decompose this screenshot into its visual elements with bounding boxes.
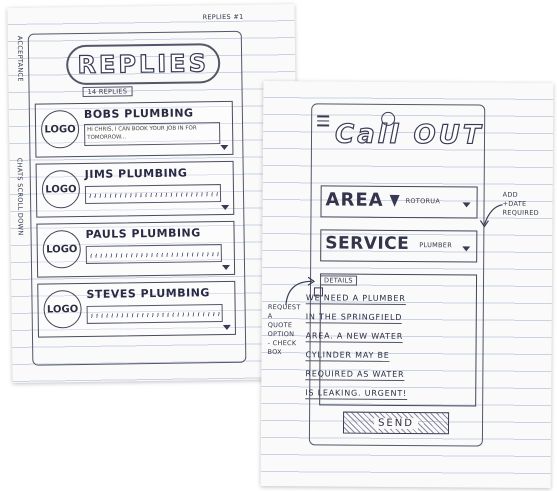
service-label: SERVICE bbox=[325, 233, 410, 255]
business-name: STEVES PLUMBING bbox=[86, 286, 210, 301]
wrench-icon bbox=[381, 111, 396, 126]
reply-card[interactable]: LOGO JIMS PLUMBING bbox=[35, 160, 235, 218]
details-text-line: AREA. A NEW WATER bbox=[305, 331, 404, 343]
details-text-line: IN THE SPRINGFIELD bbox=[305, 312, 403, 324]
location-pin-icon bbox=[389, 194, 400, 207]
replies-sketch-sheet: REPLIES #1 ACCEPTANCE CHATS SCROLL DOWN … bbox=[7, 4, 300, 383]
send-button[interactable]: SEND bbox=[342, 411, 450, 435]
chevron-down-icon[interactable] bbox=[221, 204, 230, 211]
service-selector[interactable]: SERVICE PLUMBER bbox=[320, 229, 478, 263]
annotation-arrow bbox=[479, 204, 503, 228]
reply-preview: Hi CHRIS, I CAN BOOK YOUR JOB IN FOR TOM… bbox=[84, 122, 221, 146]
replies-title-pill: REPLIES bbox=[65, 43, 221, 86]
side-note-acceptance: ACCEPTANCE bbox=[15, 35, 25, 82]
business-logo: LOGO bbox=[42, 230, 82, 269]
chevron-down-icon[interactable] bbox=[220, 144, 229, 151]
business-logo: LOGO bbox=[40, 110, 80, 149]
reply-card[interactable]: LOGO PAULS PLUMBING bbox=[36, 220, 236, 278]
area-label: AREA bbox=[325, 189, 384, 211]
reply-preview-scribble bbox=[85, 244, 222, 264]
chevron-down-icon[interactable] bbox=[462, 246, 471, 252]
note-request-quote: REQUEST A QUOTE OPTION - CHECK BOX bbox=[267, 303, 301, 357]
service-value: PLUMBER bbox=[419, 241, 453, 250]
note-add-date: ADD +DATE REQUIRED bbox=[502, 190, 539, 217]
reply-count: 14 REPLIES bbox=[82, 86, 133, 97]
area-value: ROTORUA bbox=[405, 196, 441, 206]
business-name: BOBS PLUMBING bbox=[83, 106, 194, 121]
reply-preview-scribble bbox=[86, 304, 223, 324]
side-note-scroll: CHATS SCROLL DOWN bbox=[15, 157, 25, 236]
annotation-arrow bbox=[285, 276, 316, 306]
reply-card[interactable]: LOGO BOBS PLUMBING Hi CHRIS, I CAN BOOK … bbox=[34, 100, 234, 158]
reply-card[interactable]: LOGO STEVES PLUMBING bbox=[37, 280, 236, 338]
menu-icon[interactable] bbox=[317, 115, 330, 126]
details-text-line: WE NEED A PLUMBER bbox=[305, 293, 406, 305]
send-label: SEND bbox=[374, 417, 418, 429]
corner-note: REPLIES #1 bbox=[202, 12, 244, 22]
business-name: JIMS PLUMBING bbox=[84, 166, 188, 181]
chevron-down-icon[interactable] bbox=[222, 324, 231, 331]
page-title: REPLIES bbox=[77, 49, 210, 80]
reply-preview-scribble bbox=[84, 184, 222, 204]
business-logo: LOGO bbox=[43, 290, 82, 329]
brand-logo: Call OUT bbox=[334, 119, 484, 151]
area-selector[interactable]: AREA ROTORUA bbox=[320, 185, 478, 219]
details-text-line: REQUIRED AS WATER bbox=[305, 369, 405, 381]
details-label: DETAILS bbox=[319, 275, 357, 286]
business-logo: LOGO bbox=[41, 170, 81, 209]
chevron-down-icon[interactable] bbox=[222, 264, 231, 271]
chevron-down-icon[interactable] bbox=[462, 202, 471, 208]
details-text-line: CYLINDER MAY BE bbox=[305, 350, 390, 362]
details-text-line: IS LEAKING. URGENT! bbox=[305, 388, 408, 401]
callout-sketch-sheet: Call OUT AREA ROTORUA SERVICE PLUMBER DE… bbox=[260, 80, 554, 489]
business-name: PAULS PLUMBING bbox=[85, 226, 201, 241]
